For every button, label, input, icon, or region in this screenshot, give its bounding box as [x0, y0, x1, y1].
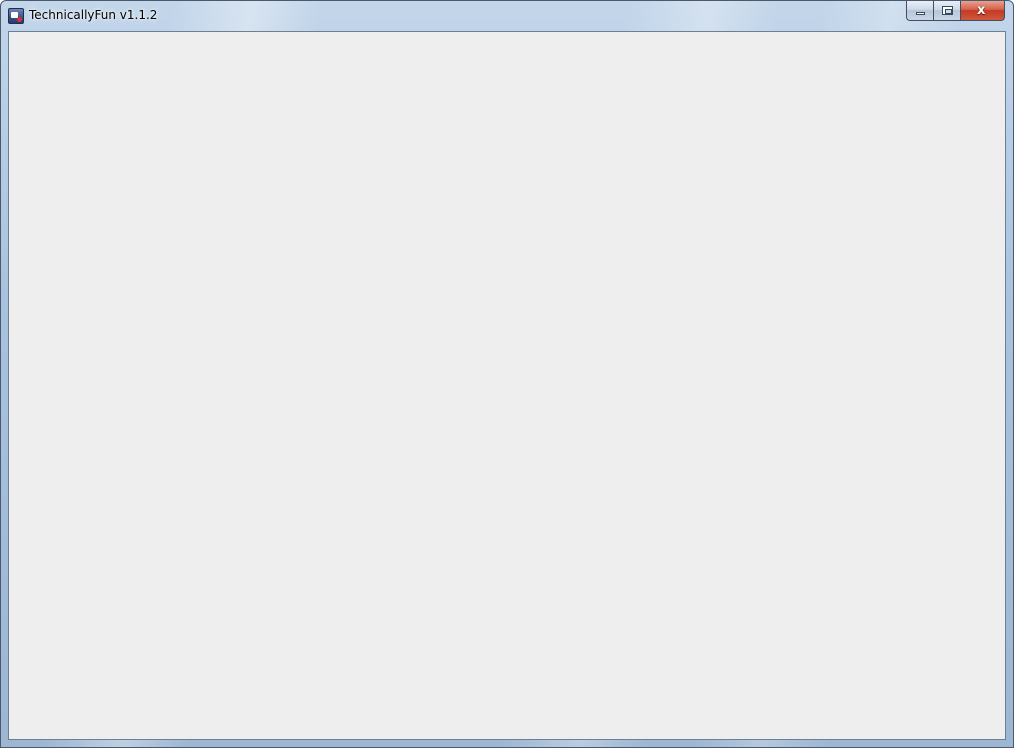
- minimize-icon: [916, 12, 925, 15]
- client-area[interactable]: [8, 31, 1006, 740]
- close-button[interactable]: x: [960, 1, 1005, 21]
- window-bottom-border[interactable]: [1, 739, 1013, 747]
- title-bar[interactable]: TechnicallyFun v1.1.2 x: [1, 1, 1013, 30]
- maximize-icon: [942, 6, 953, 15]
- maximize-button[interactable]: [933, 1, 960, 21]
- caption-buttons: x: [906, 1, 1005, 21]
- close-icon: x: [977, 3, 986, 18]
- app-window: TechnicallyFun v1.1.2 x: [0, 0, 1014, 748]
- window-title: TechnicallyFun v1.1.2: [29, 8, 158, 22]
- app-icon[interactable]: [8, 8, 24, 24]
- minimize-button[interactable]: [906, 1, 933, 21]
